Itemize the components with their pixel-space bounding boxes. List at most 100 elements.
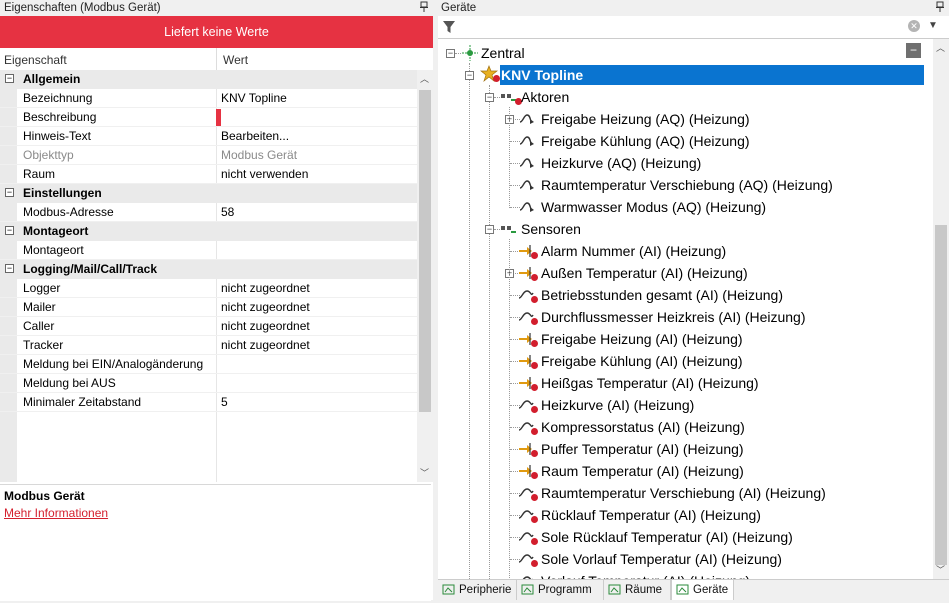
pin-icon[interactable] bbox=[419, 1, 429, 16]
filter-input[interactable] bbox=[460, 18, 904, 36]
tree-node-label[interactable]: Heizkurve (AQ) (Heizung) bbox=[541, 153, 701, 173]
property-value[interactable]: nicht zugeordnet bbox=[221, 279, 310, 298]
column-divider[interactable] bbox=[216, 48, 217, 70]
property-category[interactable]: − Logging/Mail/Call/Track bbox=[0, 260, 417, 279]
more-info-link[interactable]: Mehr Informationen bbox=[4, 506, 108, 520]
properties-pane-title: Eigenschaften (Modbus Gerät) bbox=[4, 2, 161, 14]
property-value[interactable]: 58 bbox=[221, 203, 234, 222]
scroll-up-icon[interactable]: ︿ bbox=[936, 41, 945, 54]
status-dot-icon bbox=[531, 538, 538, 545]
property-row[interactable]: Caller nicht zugeordnet bbox=[0, 317, 417, 336]
property-value[interactable]: nicht zugeordnet bbox=[221, 298, 310, 317]
filter-dropdown-icon[interactable]: ▼ bbox=[928, 20, 938, 31]
tree-node-label[interactable]: Sole Vorlauf Temperatur (AI) (Heizung) bbox=[541, 549, 782, 569]
property-row[interactable]: Logger nicht zugeordnet bbox=[0, 279, 417, 298]
tab-peripherie[interactable]: Peripherie bbox=[438, 580, 517, 600]
tree-node-label[interactable]: Zentral bbox=[481, 43, 525, 63]
scroll-down-icon[interactable]: ﹀ bbox=[420, 466, 429, 479]
property-row[interactable]: Meldung bei AUS bbox=[0, 374, 417, 393]
tree-node-label[interactable]: Aktoren bbox=[521, 87, 569, 107]
scroll-down-icon[interactable]: ﹀ bbox=[936, 563, 945, 576]
status-dot-icon bbox=[531, 252, 538, 259]
property-value[interactable]: Bearbeiten... bbox=[221, 127, 289, 146]
tree-node-label[interactable]: Betriebsstunden gesamt (AI) (Heizung) bbox=[541, 285, 783, 305]
tree-node-label[interactable]: Freigabe Kühlung (AQ) (Heizung) bbox=[541, 131, 750, 151]
collapse-all-button[interactable]: − bbox=[906, 43, 921, 58]
property-value[interactable]: KNV Topline bbox=[221, 89, 287, 108]
tree-node-label[interactable]: Freigabe Kühlung (AI) (Heizung) bbox=[541, 351, 743, 371]
tree-node-label[interactable]: Außen Temperatur (AI) (Heizung) bbox=[541, 263, 748, 283]
tree-node-label[interactable]: Raum Temperatur (AI) (Heizung) bbox=[541, 461, 744, 481]
property-row[interactable]: Beschreibung bbox=[0, 108, 417, 127]
property-row[interactable]: Raum nicht verwenden bbox=[0, 165, 417, 184]
property-row[interactable]: Modbus-Adresse 58 bbox=[0, 203, 417, 222]
expand-toggle-icon[interactable]: − bbox=[485, 225, 494, 234]
collapse-category-icon[interactable]: − bbox=[5, 264, 14, 273]
collapse-category-icon[interactable]: − bbox=[5, 188, 14, 197]
tree-node-label[interactable]: Durchflussmesser Heizkreis (AI) (Heizung… bbox=[541, 307, 806, 327]
property-row[interactable]: Tracker nicht zugeordnet bbox=[0, 336, 417, 355]
tree-node-label[interactable]: Raumtemperatur Verschiebung (AI) (Heizun… bbox=[541, 483, 826, 503]
device-tree-scrollbar[interactable]: ︿ ﹀ bbox=[933, 39, 949, 579]
property-value[interactable]: 5 bbox=[221, 393, 228, 412]
clear-filter-icon[interactable]: ✕ bbox=[908, 20, 920, 32]
collapse-category-icon[interactable]: − bbox=[5, 226, 14, 235]
property-value[interactable]: Modbus Gerät bbox=[221, 146, 297, 165]
property-category[interactable]: − Einstellungen bbox=[0, 184, 417, 203]
tree-node-label[interactable]: KNV Topline bbox=[501, 65, 583, 85]
aktor-signal-icon bbox=[518, 110, 536, 128]
property-name: Montageort bbox=[23, 243, 84, 257]
tree-node-label[interactable]: Heizkurve (AI) (Heizung) bbox=[541, 395, 694, 415]
tree-node-label[interactable]: Heißgas Temperatur (AI) (Heizung) bbox=[541, 373, 759, 393]
filter-icon bbox=[442, 20, 456, 37]
expand-toggle-icon[interactable]: − bbox=[446, 49, 455, 58]
tree-node-label[interactable]: Puffer Temperatur (AI) (Heizung) bbox=[541, 439, 744, 459]
programm-icon bbox=[521, 583, 534, 596]
tree-node-label[interactable]: Rücklauf Temperatur (AI) (Heizung) bbox=[541, 505, 761, 525]
property-row[interactable]: Objekttyp Modbus Gerät bbox=[0, 146, 417, 165]
property-row[interactable]: Bezeichnung KNV Topline bbox=[0, 89, 417, 108]
column-header-property[interactable]: Eigenschaft bbox=[4, 51, 67, 69]
tree-node-label[interactable]: Vorlauf Temperatur (AI) (Heizung) bbox=[541, 571, 750, 579]
tab-programm[interactable]: Programm bbox=[517, 580, 604, 600]
tree-node-label[interactable]: Sensoren bbox=[521, 219, 581, 239]
tree-node-label[interactable]: Raumtemperatur Verschiebung (AQ) (Heizun… bbox=[541, 175, 833, 195]
property-row[interactable]: Hinweis-Text Bearbeiten... bbox=[0, 127, 417, 146]
property-row[interactable]: Mailer nicht zugeordnet bbox=[0, 298, 417, 317]
tree-node-label[interactable]: Freigabe Heizung (AI) (Heizung) bbox=[541, 329, 743, 349]
expand-toggle-icon[interactable]: − bbox=[465, 71, 474, 80]
status-dot-icon bbox=[531, 362, 538, 369]
property-row[interactable]: Meldung bei EIN/Analogänderung bbox=[0, 355, 417, 374]
tab-geraete[interactable]: Geräte bbox=[671, 580, 734, 600]
property-value[interactable]: nicht zugeordnet bbox=[221, 336, 310, 355]
sensor-wave-icon bbox=[518, 572, 536, 579]
tab-raeume[interactable]: Räume bbox=[604, 580, 671, 600]
scroll-up-icon[interactable]: ︿ bbox=[420, 72, 429, 85]
tree-node-label[interactable]: Kompressorstatus (AI) (Heizung) bbox=[541, 417, 745, 437]
tree-node-label[interactable]: Freigabe Heizung (AQ) (Heizung) bbox=[541, 109, 750, 129]
tab-label: Peripherie bbox=[459, 584, 512, 596]
status-dot-icon bbox=[531, 494, 538, 501]
expand-toggle-icon[interactable]: − bbox=[485, 93, 494, 102]
collapse-category-icon[interactable]: − bbox=[5, 74, 14, 83]
properties-pane: Liefert keine Werte Eigenschaft Wert − Al… bbox=[0, 16, 433, 601]
property-row[interactable]: Montageort bbox=[0, 241, 417, 260]
property-row[interactable]: Minimaler Zeitabstand 5 bbox=[0, 393, 417, 412]
sensoren-group-icon bbox=[500, 220, 518, 238]
property-category[interactable]: − Allgemein bbox=[0, 70, 417, 89]
pin-icon[interactable] bbox=[935, 1, 945, 16]
property-name: Caller bbox=[23, 319, 55, 333]
tree-node-label[interactable]: Alarm Nummer (AI) (Heizung) bbox=[541, 241, 726, 261]
tree-connector-line bbox=[469, 63, 470, 579]
scrollbar-thumb[interactable] bbox=[419, 90, 431, 412]
property-category[interactable]: − Montageort bbox=[0, 222, 417, 241]
raeume-icon bbox=[608, 583, 621, 596]
scrollbar-thumb[interactable] bbox=[935, 225, 947, 565]
tree-node-label[interactable]: Warmwasser Modus (AQ) (Heizung) bbox=[541, 197, 766, 217]
tree-node-label[interactable]: Sole Rücklauf Temperatur (AI) (Heizung) bbox=[541, 527, 793, 547]
description-title: Modbus Gerät bbox=[4, 489, 85, 503]
property-value[interactable]: nicht verwenden bbox=[221, 165, 308, 184]
column-header-value[interactable]: Wert bbox=[223, 51, 248, 69]
property-grid-scrollbar[interactable]: ︿ ﹀ bbox=[417, 70, 433, 482]
property-value[interactable]: nicht zugeordnet bbox=[221, 317, 310, 336]
